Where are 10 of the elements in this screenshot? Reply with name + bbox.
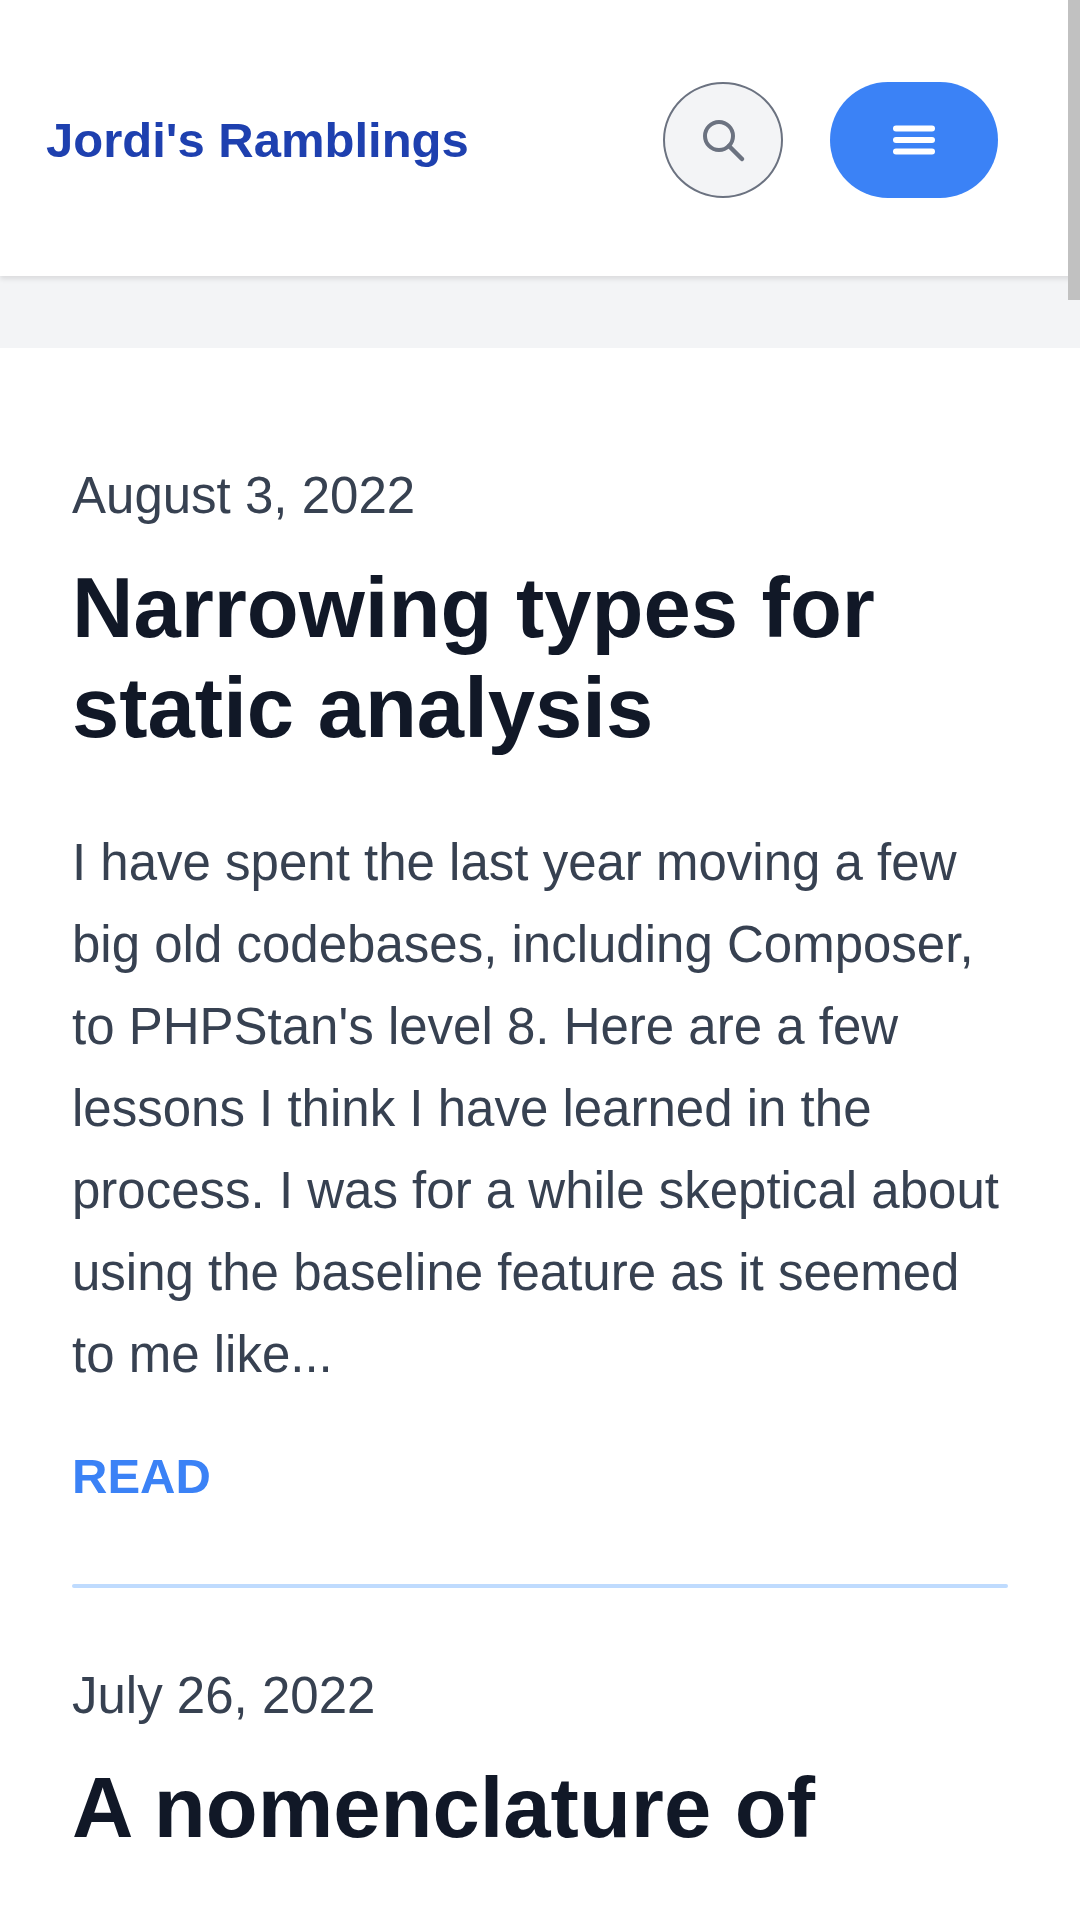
post-excerpt: I have spent the last year moving a few big old codebases, including Composer, to PHPStan's level 8. Here are a few lessons I think I have learned in the process. I was for a while skeptical about using the baseline feature as it seemed to me like...	[72, 833, 1000, 1385]
menu-icon	[893, 125, 935, 155]
search-icon	[700, 117, 746, 163]
post-date: July 26, 2022	[72, 1666, 377, 1726]
post-title[interactable]: Narrowing types for static analysis	[72, 558, 1008, 758]
site-title[interactable]: Jordi's Ramblings	[46, 112, 469, 168]
scrollbar-thumb[interactable]	[1068, 0, 1080, 300]
post-date: August 3, 2022	[72, 466, 417, 526]
read-link[interactable]: READ	[72, 1446, 211, 1506]
post-title[interactable]: A nomenclature of	[72, 1758, 1008, 1858]
